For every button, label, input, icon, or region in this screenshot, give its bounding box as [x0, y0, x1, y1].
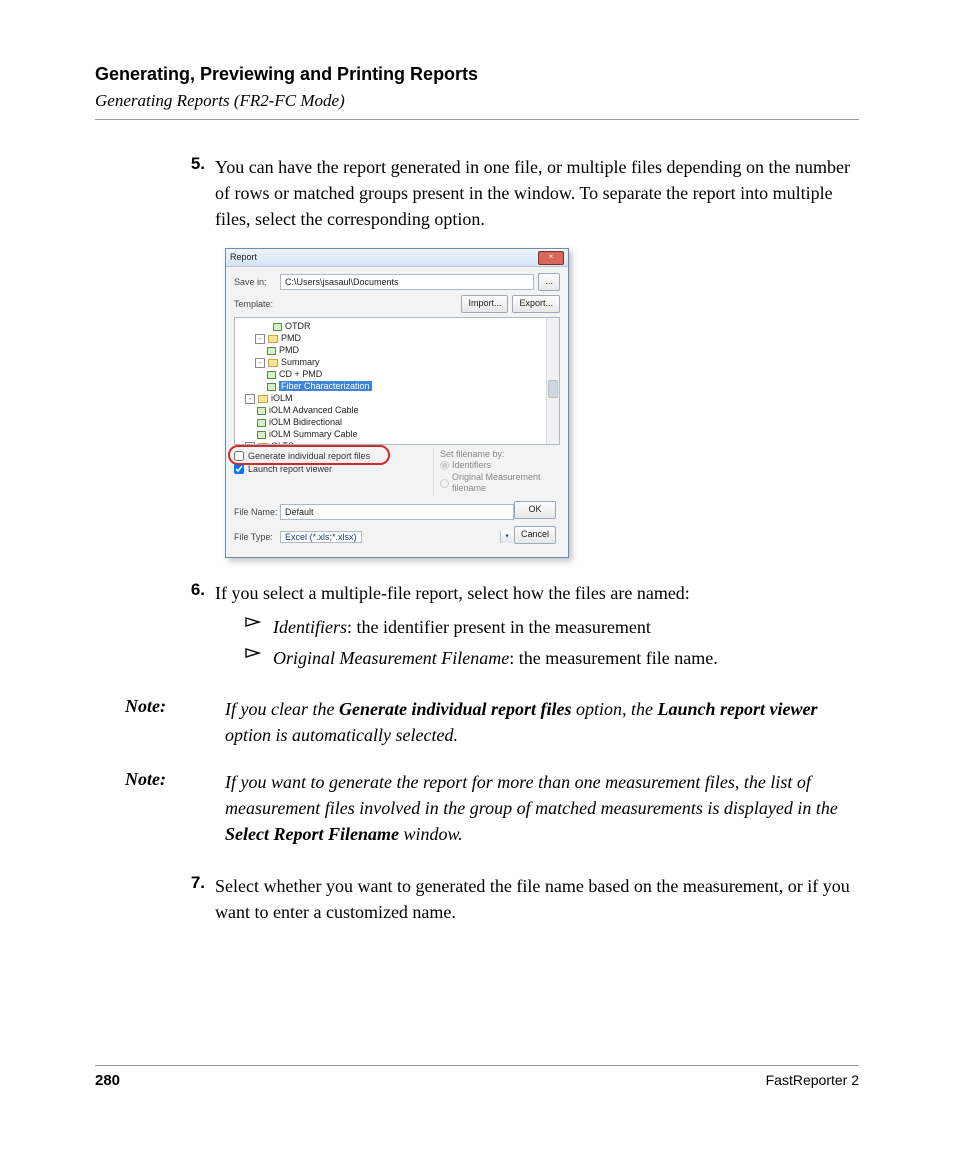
template-icon	[267, 347, 276, 355]
step-5-text: You can have the report generated in one…	[215, 154, 859, 232]
launch-viewer-label: Launch report viewer	[248, 463, 332, 475]
page-footer: 280 FastReporter 2	[95, 1065, 859, 1089]
export-button[interactable]: Export...	[512, 295, 560, 313]
file-name-label: File Name:	[234, 507, 280, 517]
tree-item-pmd[interactable]: PMD	[279, 345, 299, 355]
generate-individual-checkbox[interactable]	[234, 451, 244, 461]
identifiers-radio	[440, 461, 449, 470]
folder-icon	[268, 359, 278, 367]
save-in-path[interactable]: C:\Users\jsasaul\Documents	[280, 274, 534, 290]
product-name: FastReporter 2	[766, 1072, 859, 1089]
note-2-label: Note:	[95, 769, 225, 790]
tree-folder-olts[interactable]: OLTS	[271, 441, 294, 445]
tree-item-fiber-characterization[interactable]: Fiber Characterization	[279, 381, 372, 391]
identifiers-label: Identifiers	[452, 460, 491, 471]
page-number: 280	[95, 1072, 120, 1089]
folder-icon	[268, 335, 278, 343]
step-6-text: If you select a multiple-file report, se…	[215, 583, 690, 603]
set-filename-by-label: Set filename by:	[440, 449, 560, 459]
file-name-input[interactable]: Default	[280, 504, 514, 520]
folder-icon	[258, 443, 268, 445]
tree-item-iolm-advanced[interactable]: iOLM Advanced Cable	[269, 405, 359, 415]
dialog-title: Report	[230, 249, 257, 266]
note-1-label: Note:	[95, 696, 225, 717]
original-filename-radio	[440, 479, 449, 488]
bullet-arrow-icon	[245, 645, 273, 659]
file-type-select[interactable]: Excel (*.xls;*.xlsx)	[280, 531, 362, 543]
folder-icon	[258, 395, 268, 403]
ok-button[interactable]: OK	[514, 501, 556, 519]
tree-folder-summary[interactable]: Summary	[281, 357, 320, 367]
step-6-sub1: Identifiers: the identifier present in t…	[273, 614, 651, 641]
note-1-body: If you clear the Generate individual rep…	[225, 696, 859, 748]
save-in-label: Save in:	[234, 277, 280, 287]
header-rule	[95, 119, 859, 120]
step-7: 7. Select whether you want to generated …	[95, 873, 859, 925]
browse-button[interactable]: ...	[538, 273, 560, 291]
tree-item-iolm-bidirectional[interactable]: iOLM Bidirectional	[269, 417, 342, 427]
template-icon	[257, 419, 266, 427]
template-icon	[267, 371, 276, 379]
original-filename-label: Original Measurement filename	[452, 472, 560, 494]
tree-item-otdr[interactable]: OTDR	[285, 321, 311, 331]
note-2: Note: If you want to generate the report…	[95, 769, 859, 847]
step-6-sub2: Original Measurement Filename: the measu…	[273, 645, 718, 672]
chapter-title: Generating, Previewing and Printing Repo…	[95, 64, 859, 85]
step-5-number: 5.	[191, 154, 215, 173]
report-dialog-screenshot: Report × Save in: C:\Users\jsasaul\Docum…	[225, 248, 569, 558]
template-icon	[257, 407, 266, 415]
chevron-down-icon[interactable]: ▾	[500, 531, 513, 543]
collapse-icon[interactable]: -	[255, 334, 265, 344]
template-label: Template:	[234, 299, 280, 309]
template-icon	[273, 323, 282, 331]
template-tree[interactable]: OTDR - PMD PMD - Summary CD + PMD Fiber Ch…	[234, 317, 560, 445]
bullet-arrow-icon	[245, 614, 273, 628]
import-button[interactable]: Import...	[461, 295, 508, 313]
tree-item-iolm-summary[interactable]: iOLM Summary Cable	[269, 429, 358, 439]
launch-viewer-checkbox[interactable]	[234, 464, 244, 474]
tree-folder-pmd[interactable]: PMD	[281, 333, 301, 343]
file-type-label: File Type:	[234, 532, 280, 542]
collapse-icon[interactable]: -	[245, 394, 255, 404]
collapse-icon[interactable]: -	[245, 442, 255, 445]
cancel-button[interactable]: Cancel	[514, 526, 556, 544]
close-icon[interactable]: ×	[538, 251, 564, 265]
step-7-text: Select whether you want to generated the…	[215, 873, 859, 925]
step-7-number: 7.	[191, 873, 215, 892]
step-6: 6. If you select a multiple-file report,…	[95, 580, 859, 676]
tree-item-cd-pmd[interactable]: CD + PMD	[279, 369, 322, 379]
template-icon	[257, 431, 266, 439]
tree-scrollbar[interactable]	[546, 318, 559, 444]
template-icon	[267, 383, 276, 391]
step-5: 5. You can have the report generated in …	[95, 154, 859, 232]
collapse-icon[interactable]: -	[255, 358, 265, 368]
tree-folder-iolm[interactable]: iOLM	[271, 393, 293, 403]
section-subtitle: Generating Reports (FR2-FC Mode)	[95, 91, 859, 111]
note-2-body: If you want to generate the report for m…	[225, 769, 859, 847]
note-1: Note: If you clear the Generate individu…	[95, 696, 859, 748]
step-6-number: 6.	[191, 580, 215, 599]
generate-individual-label: Generate individual report files	[248, 450, 370, 462]
